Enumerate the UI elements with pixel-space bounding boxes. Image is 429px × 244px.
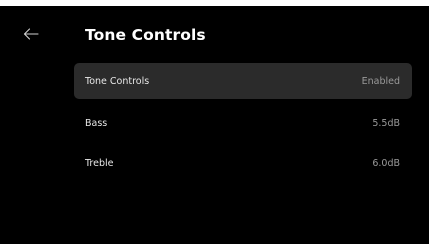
arrow-left-icon xyxy=(23,28,39,40)
setting-row-treble[interactable]: Treble 6.0dB xyxy=(74,145,412,181)
setting-value: Enabled xyxy=(361,75,400,87)
tone-controls-screen: Tone Controls Tone Controls Enabled Bass… xyxy=(0,6,429,244)
setting-row-bass[interactable]: Bass 5.5dB xyxy=(74,105,412,141)
page-title: Tone Controls xyxy=(85,26,206,44)
setting-label: Tone Controls xyxy=(85,75,150,87)
setting-row-tone-controls[interactable]: Tone Controls Enabled xyxy=(74,63,412,99)
setting-label: Bass xyxy=(85,117,108,129)
setting-value: 5.5dB xyxy=(372,117,400,129)
setting-value: 6.0dB xyxy=(372,157,400,169)
back-button[interactable] xyxy=(18,23,44,45)
setting-label: Treble xyxy=(85,157,114,169)
